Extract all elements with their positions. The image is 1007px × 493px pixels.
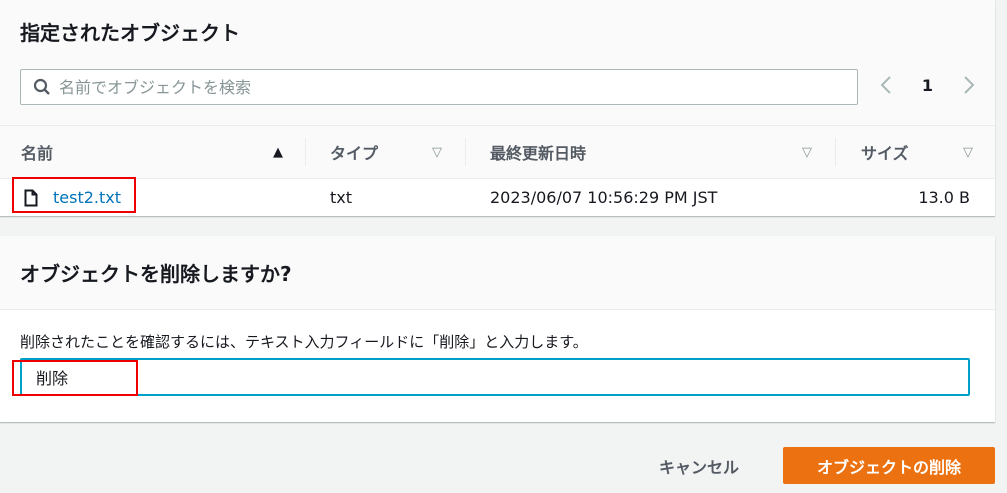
delete-objects-button[interactable]: オブジェクトの削除 [783,447,995,484]
column-divider [465,138,466,166]
table-header: 名前 ▲ タイプ ▽ 最終更新日時 ▽ サイズ ▽ [0,125,995,179]
cancel-button[interactable]: キャンセル [640,447,758,484]
column-header-type[interactable]: タイプ ▽ [330,126,442,178]
sort-icon: ▽ [432,144,442,160]
column-divider [835,138,836,166]
table-row: test2.txt txt 2023/06/07 10:56:29 PM JST… [0,179,995,216]
size-cell: 13.0 B [918,188,970,207]
last-modified-cell: 2023/06/07 10:56:29 PM JST [490,188,718,207]
search-box[interactable] [20,69,858,105]
column-label: タイプ [330,144,379,163]
sort-icon: ▽ [963,144,973,160]
panel-title: 指定されたオブジェクト [20,21,240,45]
column-divider [305,138,306,166]
highlight-box [12,360,138,396]
chevron-right-icon[interactable] [963,75,975,95]
delete-panel-title: オブジェクトを削除しますか? [0,236,995,310]
search-icon [33,78,50,95]
column-label: サイズ [861,144,909,163]
specified-objects-panel: 指定されたオブジェクト 1 名前 ▲ タイプ ▽ 最終更新日時 ▽ サイズ ▽ test… [0,0,995,216]
sort-ascending-icon: ▲ [273,144,283,160]
delete-instructions: 削除されたことを確認するには、テキスト入力フィールドに「削除」と入力します。 [20,333,588,351]
column-label: 名前 [21,144,54,163]
search-input[interactable] [59,77,839,97]
column-header-last-modified[interactable]: 最終更新日時 ▽ [490,126,812,178]
chevron-left-icon[interactable] [880,75,892,95]
column-label: 最終更新日時 [490,144,587,163]
sort-icon: ▽ [802,144,812,160]
type-cell: txt [330,188,353,207]
pagination: 1 [880,75,975,95]
delete-confirm-input[interactable] [20,358,970,396]
highlight-box [12,177,136,213]
column-header-name[interactable]: 名前 ▲ [21,126,283,178]
column-header-size[interactable]: サイズ ▽ [861,126,973,178]
current-page[interactable]: 1 [922,76,933,95]
